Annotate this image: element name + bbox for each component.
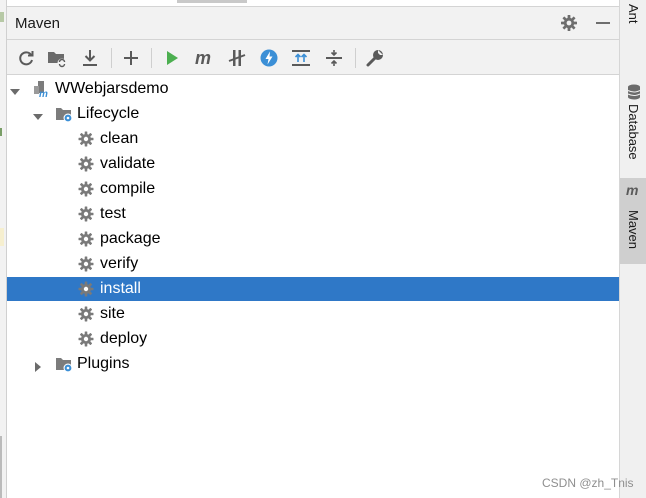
gear-icon [77, 155, 95, 173]
collapse-all-icon[interactable] [323, 47, 345, 69]
tree-node-phase-compile[interactable]: compile [7, 177, 619, 201]
tab-database-label: Database [626, 104, 641, 160]
reload-icon[interactable] [15, 47, 37, 69]
gear-icon [77, 205, 95, 223]
tree-node-plugins[interactable]: Plugins [7, 352, 619, 376]
tab-ant[interactable]: Ant [620, 0, 646, 78]
gutter-marker [0, 128, 2, 136]
svg-text:m: m [195, 48, 211, 68]
phase-label: deploy [100, 330, 148, 347]
settings-wrench-icon[interactable] [364, 47, 386, 69]
maven-m-icon[interactable]: m [194, 47, 216, 69]
drag-handle[interactable] [177, 0, 247, 3]
phase-label: test [100, 205, 126, 222]
tab-maven-label: Maven [626, 210, 641, 250]
gear-icon [77, 305, 95, 323]
right-tool-strip: Ant Database m Maven [619, 0, 646, 498]
lifecycle-folder-icon [55, 105, 73, 123]
expanded-arrow-icon[interactable] [33, 109, 43, 120]
gutter-marker [0, 436, 2, 498]
tree-node-phase-install[interactable]: install [7, 277, 619, 301]
tree-node-phase-clean[interactable]: clean [7, 127, 619, 151]
editor-gutter [0, 0, 7, 498]
phase-label: compile [100, 180, 156, 197]
expanded-arrow-icon[interactable] [10, 84, 20, 95]
toolbar-separator [111, 48, 112, 68]
gear-icon [77, 330, 95, 348]
minimize-icon[interactable] [593, 13, 613, 33]
maven-m-icon: m [626, 182, 642, 203]
gear-icon [77, 230, 95, 248]
project-name: WWebjarsdemo [55, 80, 169, 97]
tree-node-project[interactable]: m WWebjarsdemo [7, 77, 619, 101]
expand-all-icon[interactable] [290, 47, 312, 69]
tree-node-phase-deploy[interactable]: deploy [7, 327, 619, 351]
toolbar-separator [151, 48, 152, 68]
phase-label: validate [100, 155, 156, 172]
lifecycle-label: Lifecycle [77, 105, 140, 122]
maven-toolbar: m [7, 40, 619, 75]
tree-node-phase-site[interactable]: site [7, 302, 619, 326]
tab-database[interactable]: Database [620, 80, 646, 175]
phase-label: site [100, 305, 125, 322]
plus-icon[interactable] [120, 47, 142, 69]
collapsed-arrow-icon[interactable] [33, 359, 43, 372]
phase-label: install [100, 280, 141, 297]
maven-tool-window: Maven m m WWebjarsdemo Lifecycle clean v… [7, 0, 619, 498]
tool-window-title: Maven [15, 15, 61, 32]
maven-project-icon: m [33, 80, 51, 100]
svg-text:m: m [626, 182, 638, 198]
phase-label: clean [100, 130, 139, 147]
database-icon [627, 84, 641, 105]
gear-icon [77, 180, 95, 198]
tool-window-header: Maven [7, 6, 619, 40]
watermark: CSDN @zh_Tnis [542, 476, 634, 490]
gutter-marker [0, 12, 4, 22]
gear-icon [77, 255, 95, 273]
gutter-marker [0, 228, 4, 246]
skip-tests-icon[interactable] [226, 47, 248, 69]
phase-label: package [100, 230, 161, 247]
tab-maven[interactable]: m Maven [620, 178, 646, 264]
tree-node-phase-package[interactable]: package [7, 227, 619, 251]
tab-ant-label: Ant [626, 4, 641, 24]
gear-icon[interactable] [559, 13, 579, 33]
tree-node-phase-verify[interactable]: verify [7, 252, 619, 276]
tree-node-lifecycle[interactable]: Lifecycle [7, 102, 619, 126]
add-folder-icon[interactable] [46, 47, 68, 69]
plugins-folder-icon [55, 355, 73, 373]
gear-icon [77, 280, 95, 298]
run-icon[interactable] [161, 47, 183, 69]
download-icon[interactable] [79, 47, 101, 69]
tree-node-phase-validate[interactable]: validate [7, 152, 619, 176]
svg-text:m: m [39, 89, 48, 98]
tree-node-phase-test[interactable]: test [7, 202, 619, 226]
toolbar-separator [355, 48, 356, 68]
phase-label: verify [100, 255, 139, 272]
gear-icon [77, 130, 95, 148]
plugins-label: Plugins [77, 355, 130, 372]
offline-icon[interactable] [258, 47, 280, 69]
